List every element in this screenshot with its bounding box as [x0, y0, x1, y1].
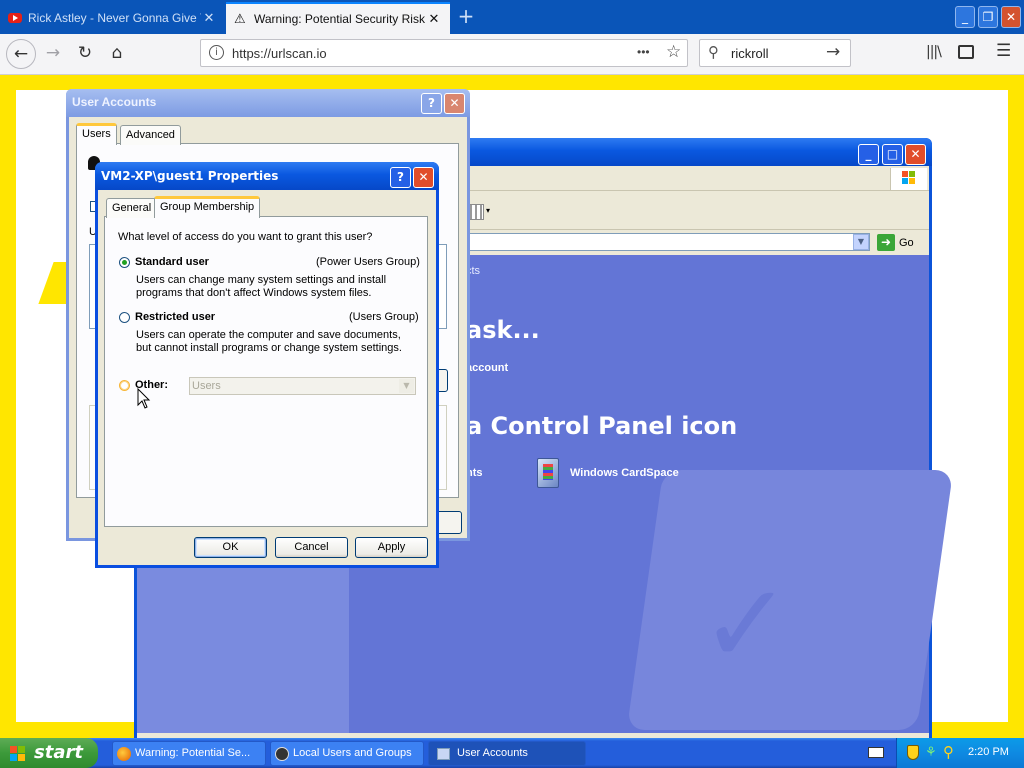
- network-icon[interactable]: ⚘: [925, 745, 937, 760]
- library-icon[interactable]: |||\: [926, 44, 942, 60]
- taskbar-item-firefox[interactable]: Warning: Potential Se...: [112, 741, 266, 766]
- restricted-user-desc-line2: but cannot install programs or change sy…: [136, 342, 402, 354]
- taskbar-item-label: User Accounts: [457, 747, 528, 759]
- tab-label: Warning: Potential Security Risk A: [254, 12, 426, 26]
- chevron-down-icon[interactable]: ▼: [399, 379, 414, 393]
- apply-button[interactable]: Apply: [355, 537, 428, 558]
- close-button[interactable]: ✕: [1001, 6, 1021, 28]
- url-bar[interactable]: i https://urlscan.io ••• ☆: [200, 39, 688, 67]
- task-link[interactable]: account: [466, 362, 508, 374]
- warning-icon: ⚠: [234, 11, 246, 26]
- tab-advanced[interactable]: Advanced: [120, 125, 181, 145]
- go-button[interactable]: Go: [899, 237, 914, 249]
- standard-user-desc-line2: programs that don't affect Windows syste…: [136, 287, 372, 299]
- search-input[interactable]: rickroll: [731, 46, 769, 61]
- search-bar[interactable]: ⚲ rickroll →: [699, 39, 851, 67]
- youtube-icon: [8, 13, 22, 23]
- restricted-user-group: (Users Group): [349, 311, 419, 323]
- back-arrow-icon[interactable]: ←: [6, 39, 36, 69]
- url-text: https://urlscan.io: [232, 46, 327, 61]
- users-icon: [275, 747, 289, 761]
- start-label: start: [34, 742, 83, 763]
- info-icon[interactable]: i: [209, 45, 224, 60]
- minimize-button[interactable]: _: [955, 6, 975, 28]
- properties-title: VM2-XP\guest1 Properties: [101, 169, 279, 183]
- taskbar-item-user-accounts[interactable]: User Accounts: [428, 741, 586, 766]
- bookmark-star-icon[interactable]: ☆: [666, 42, 681, 62]
- tab-label: Rick Astley - Never Gonna Give Yo: [28, 11, 201, 25]
- forward-arrow-icon[interactable]: →: [40, 41, 66, 65]
- home-icon[interactable]: ⌂: [104, 41, 130, 65]
- tab-general[interactable]: General: [106, 198, 158, 218]
- help-button[interactable]: ?: [390, 167, 411, 188]
- tab-security-warning[interactable]: ⚠ Warning: Potential Security Risk A ✕: [226, 2, 450, 34]
- other-group-value: Users: [192, 380, 221, 392]
- sidebar-icon[interactable]: [958, 45, 974, 59]
- reload-icon[interactable]: ↻: [72, 41, 98, 65]
- user-accounts-title: User Accounts: [72, 95, 157, 109]
- standard-user-desc-line1: Users can change many system settings an…: [136, 274, 387, 286]
- restore-button[interactable]: ❐: [978, 6, 998, 28]
- mouse-cursor-icon: [137, 388, 151, 409]
- restricted-user-label[interactable]: Restricted user: [135, 311, 215, 323]
- security-shield-icon[interactable]: [907, 745, 919, 760]
- restricted-user-radio[interactable]: [119, 312, 130, 323]
- close-button[interactable]: ✕: [905, 144, 926, 165]
- other-radio[interactable]: [119, 380, 130, 391]
- clock: 2:20 PM: [968, 746, 1009, 758]
- search-icon: ⚲: [708, 43, 719, 61]
- tab-users[interactable]: Users: [76, 123, 117, 145]
- standard-user-group: (Power Users Group): [316, 256, 420, 268]
- minimize-button[interactable]: _: [858, 144, 879, 165]
- firefox-icon: [117, 747, 131, 761]
- menu-icon[interactable]: ☰: [996, 41, 1011, 61]
- go-arrow-icon[interactable]: ➜: [877, 234, 895, 251]
- access-question: What level of access do you want to gran…: [118, 231, 373, 243]
- new-tab-button[interactable]: +: [456, 4, 476, 30]
- cardspace-icon[interactable]: [537, 458, 559, 488]
- control-panel-icon: [437, 748, 450, 760]
- taskbar-item-local-users[interactable]: Local Users and Groups: [270, 741, 424, 766]
- standard-user-radio[interactable]: [119, 257, 130, 268]
- address-dropdown-icon[interactable]: ▼: [853, 234, 869, 250]
- icon-heading: a Control Panel icon: [466, 412, 738, 440]
- search-tray-icon[interactable]: ⚲: [943, 743, 954, 761]
- search-go-arrow-icon[interactable]: →: [826, 42, 840, 62]
- close-button[interactable]: ✕: [444, 93, 465, 114]
- taskbar-item-label: Warning: Potential Se...: [135, 747, 251, 759]
- standard-user-label[interactable]: Standard user: [135, 256, 209, 268]
- page-actions-icon[interactable]: •••: [637, 45, 650, 59]
- checkmark-watermark-icon: ✓: [700, 560, 793, 688]
- help-button[interactable]: ?: [421, 93, 442, 114]
- cancel-button[interactable]: Cancel: [275, 537, 348, 558]
- maximize-button[interactable]: □: [882, 144, 903, 165]
- ok-button[interactable]: OK: [194, 537, 267, 558]
- windows-flag-icon: [10, 746, 26, 761]
- cardspace-item[interactable]: Windows CardSpace: [570, 467, 679, 479]
- restricted-user-desc-line1: Users can operate the computer and save …: [136, 329, 401, 341]
- taskbar-item-label: Local Users and Groups: [293, 747, 412, 759]
- tab-rick-astley[interactable]: Rick Astley - Never Gonna Give Yo ✕: [0, 2, 225, 34]
- views-dropdown-icon[interactable]: ▾: [486, 206, 490, 215]
- address-field[interactable]: [440, 233, 870, 251]
- start-button[interactable]: start: [0, 738, 98, 768]
- windows-logo-icon: [890, 168, 927, 190]
- task-heading: ask...: [466, 316, 540, 344]
- other-group-select[interactable]: Users ▼: [189, 377, 416, 395]
- keyboard-icon[interactable]: [868, 747, 884, 758]
- close-button[interactable]: ✕: [413, 167, 434, 188]
- close-tab-icon[interactable]: ✕: [426, 11, 442, 27]
- close-tab-icon[interactable]: ✕: [201, 10, 217, 26]
- tab-group-membership[interactable]: Group Membership: [154, 196, 261, 218]
